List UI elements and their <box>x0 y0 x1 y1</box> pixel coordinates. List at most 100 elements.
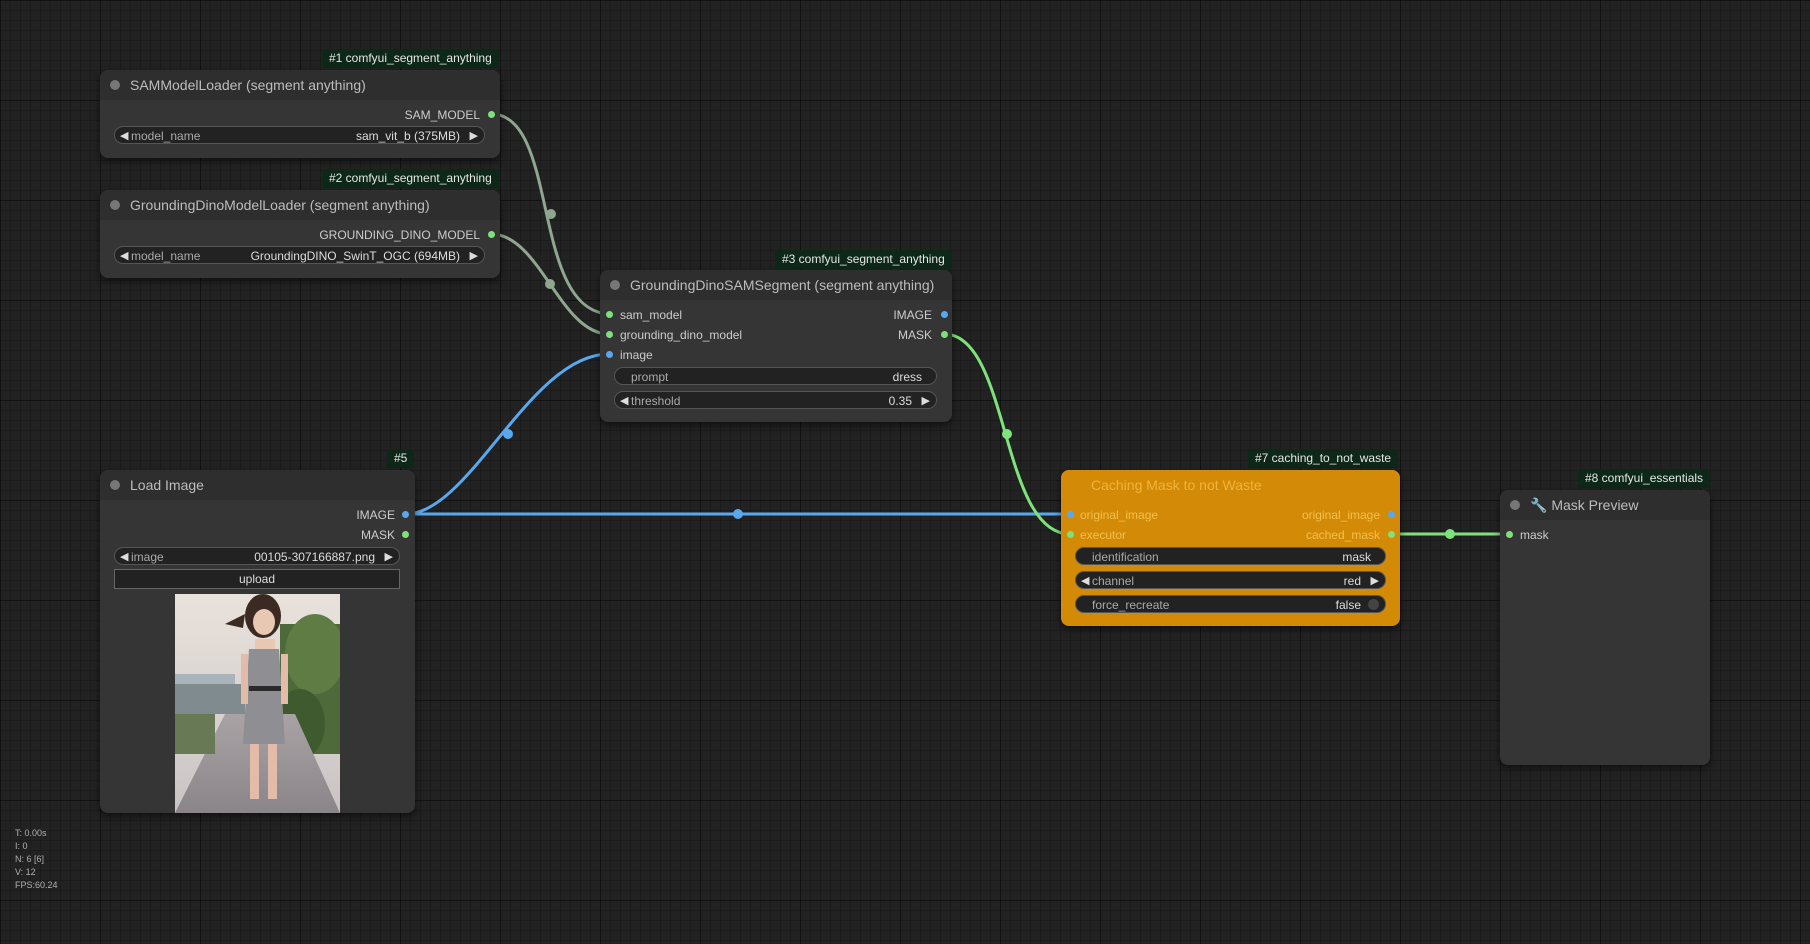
arrow-right-icon[interactable]: ▶ <box>470 129 478 142</box>
output-slot-dot[interactable] <box>488 111 495 118</box>
widget-value: sam_vit_b (375MB) <box>355 129 460 143</box>
output-mask: MASK <box>360 528 395 542</box>
threshold-number[interactable]: ◀ threshold 0.35 ▶ <box>614 391 937 409</box>
input-executor: executor <box>1080 528 1127 542</box>
image-preview <box>175 594 340 813</box>
output-label: GROUNDING_DINO_MODEL <box>319 228 480 242</box>
input-slot-dot[interactable] <box>1067 511 1074 518</box>
node-grounding-dino-sam-segment[interactable]: GroundingDinoSAMSegment (segment anythin… <box>600 270 952 422</box>
widget-value: 00105-307166887.png <box>254 550 375 564</box>
output-slot-dot[interactable] <box>402 531 409 538</box>
node-title-bar[interactable]: Caching Mask to not Waste <box>1061 470 1400 500</box>
node-badge: #8 comfyui_essentials <box>1578 469 1711 488</box>
widget-label: prompt <box>631 370 669 384</box>
node-title: SAMModelLoader (segment anything) <box>130 77 366 93</box>
arrow-left-icon[interactable]: ◀ <box>1081 574 1089 587</box>
widget-value: red <box>1343 574 1361 588</box>
output-original-image: original_image <box>1301 508 1380 522</box>
node-title: 🔧 Mask Preview <box>1530 497 1639 513</box>
link-cached-mask-midpoint <box>1445 529 1455 539</box>
node-sam-model-loader[interactable]: SAMModelLoader (segment anything) SAM_MO… <box>100 70 500 158</box>
prompt-field[interactable]: prompt dress <box>614 367 937 385</box>
node-title: GroundingDinoSAMSegment (segment anythin… <box>630 277 935 293</box>
stat-time: T: 0.00s <box>15 828 47 838</box>
channel-combo[interactable]: ◀ channel red ▶ <box>1075 571 1386 589</box>
input-grounding-dino-model: grounding_dino_model <box>620 328 743 342</box>
widget-label: force_recreate <box>1092 598 1170 612</box>
arrow-right-icon[interactable]: ▶ <box>922 394 930 407</box>
link-image-to-caching-midpoint <box>733 509 743 519</box>
input-mask: mask <box>1520 528 1549 542</box>
input-slot-dot[interactable] <box>606 331 613 338</box>
stat-iterations: I: 0 <box>15 841 28 851</box>
node-badge: #2 comfyui_segment_anything <box>322 169 499 188</box>
collapse-dot-icon[interactable] <box>110 480 120 490</box>
arrow-left-icon[interactable]: ◀ <box>120 249 128 262</box>
model-name-combo[interactable]: ◀ model_name GroundingDINO_SwinT_OGC (69… <box>114 246 485 264</box>
link-grounding-dino-model-midpoint <box>545 279 555 289</box>
collapse-dot-icon[interactable] <box>110 200 120 210</box>
output-slot-dot[interactable] <box>1388 531 1395 538</box>
arrow-right-icon[interactable]: ▶ <box>1371 574 1379 587</box>
widget-label: channel <box>1092 574 1135 588</box>
node-grounding-dino-loader[interactable]: GroundingDinoModelLoader (segment anythi… <box>100 190 500 278</box>
widget-label: image <box>131 550 164 564</box>
arrow-left-icon[interactable]: ◀ <box>120 550 128 563</box>
output-cached-mask: cached_mask <box>1305 528 1380 542</box>
output-slot-dot[interactable] <box>402 511 409 518</box>
collapse-dot-icon[interactable] <box>1510 500 1520 510</box>
node-caching-mask[interactable]: Caching Mask to not Waste original_image… <box>1061 470 1400 626</box>
upload-button[interactable]: upload <box>114 569 400 589</box>
output-mask: MASK <box>897 328 932 342</box>
link-mask-to-executor-midpoint <box>1002 429 1012 439</box>
model-name-combo[interactable]: ◀ model_name sam_vit_b (375MB) ▶ <box>114 126 485 144</box>
node-badge: #3 comfyui_segment_anything <box>775 250 952 269</box>
node-title-bar[interactable]: SAMModelLoader (segment anything) <box>100 70 500 100</box>
input-slot-dot[interactable] <box>1067 531 1074 538</box>
node-title: GroundingDinoModelLoader (segment anythi… <box>130 197 430 213</box>
widget-value: mask <box>1342 550 1371 564</box>
widget-label: model_name <box>131 249 201 263</box>
link-image-to-segment-midpoint <box>503 429 513 439</box>
output-image: IMAGE <box>893 308 932 322</box>
widget-value: false <box>1335 598 1361 612</box>
input-slot-dot[interactable] <box>1506 531 1513 538</box>
node-title: Caching Mask to not Waste <box>1091 477 1262 493</box>
widget-label: model_name <box>131 129 201 143</box>
input-slot-dot[interactable] <box>606 311 613 318</box>
node-badge: #1 comfyui_segment_anything <box>322 49 499 68</box>
node-badge: #5 <box>387 449 415 468</box>
node-title-bar[interactable]: GroundingDinoSAMSegment (segment anythin… <box>600 270 952 300</box>
widget-label: identification <box>1092 550 1159 564</box>
stat-nodes: N: 6 [6] <box>15 854 45 864</box>
arrow-right-icon[interactable]: ▶ <box>470 249 478 262</box>
node-mask-preview[interactable]: 🔧 Mask Preview mask <box>1500 490 1710 765</box>
render-stats: T: 0.00s I: 0 N: 6 [6] V: 12 FPS:60.24 <box>15 827 58 892</box>
arrow-right-icon[interactable]: ▶ <box>385 550 393 563</box>
input-sam-model: sam_model <box>620 308 683 322</box>
toggle-knob-icon[interactable] <box>1368 599 1379 610</box>
node-title: Load Image <box>130 477 204 493</box>
output-slot-dot[interactable] <box>488 231 495 238</box>
output-slot-dot[interactable] <box>1388 511 1395 518</box>
collapse-dot-icon[interactable] <box>610 280 620 290</box>
node-load-image[interactable]: Load Image IMAGE MASK ◀ image 00105-3071… <box>100 470 415 813</box>
force-recreate-toggle[interactable]: force_recreate false <box>1075 595 1386 613</box>
output-label: SAM_MODEL <box>404 108 480 122</box>
arrow-left-icon[interactable]: ◀ <box>120 129 128 142</box>
input-original-image: original_image <box>1080 508 1159 522</box>
widget-value: 0.35 <box>888 394 912 408</box>
output-slot-dot[interactable] <box>941 311 948 318</box>
widget-value: GroundingDINO_SwinT_OGC (694MB) <box>250 249 460 263</box>
collapse-dot-icon[interactable] <box>110 80 120 90</box>
output-slot-dot[interactable] <box>941 331 948 338</box>
node-title-bar[interactable]: Load Image <box>100 470 415 500</box>
input-slot-dot[interactable] <box>606 351 613 358</box>
image-combo[interactable]: ◀ image 00105-307166887.png ▶ <box>114 547 400 565</box>
node-title-bar[interactable]: GroundingDinoModelLoader (segment anythi… <box>100 190 500 220</box>
identification-field[interactable]: identification mask <box>1075 547 1386 565</box>
widget-label: threshold <box>631 394 681 408</box>
arrow-left-icon[interactable]: ◀ <box>620 394 628 407</box>
node-title-bar[interactable]: 🔧 Mask Preview <box>1500 490 1710 520</box>
output-image: IMAGE <box>356 508 395 522</box>
